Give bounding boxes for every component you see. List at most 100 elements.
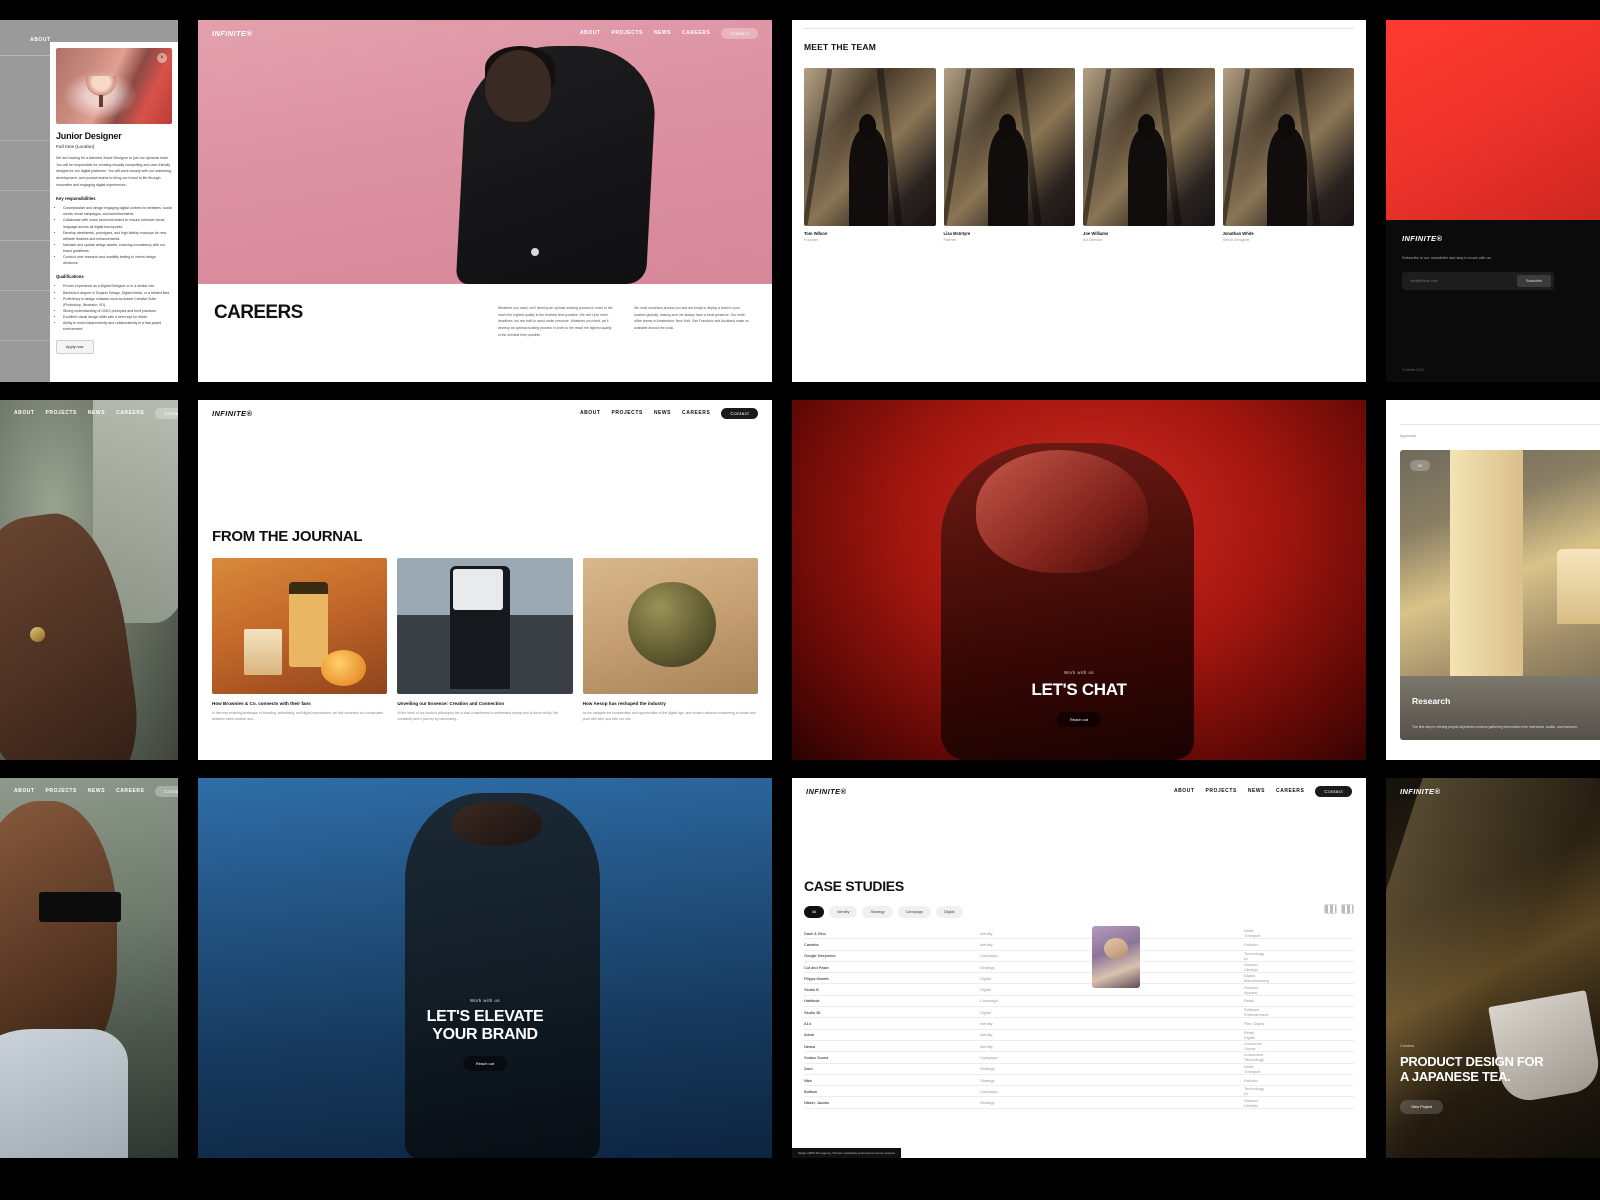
table-row[interactable]: Artval Identity Retail, Digital xyxy=(804,1030,1354,1041)
team-member[interactable]: Tom Wilson Founder xyxy=(804,68,936,242)
nav-link-careers[interactable]: CAREERS xyxy=(682,410,710,416)
nav-link-careers[interactable]: CAREERS xyxy=(682,30,710,36)
nav-link-about[interactable]: ABOUT xyxy=(14,410,35,416)
article-excerpt: In the ever-evolving landscape of brandi… xyxy=(212,711,383,722)
table-row[interactable]: Candela Identity Fashion xyxy=(804,939,1354,951)
card-title: Research xyxy=(1412,696,1451,706)
email-input[interactable] xyxy=(1405,278,1518,283)
service: Strategy xyxy=(980,1100,995,1106)
nav-link-projects[interactable]: PROJECTS xyxy=(46,410,77,416)
nav-link-about[interactable]: ABOUT xyxy=(580,30,601,36)
nav-link-projects[interactable]: PROJECTS xyxy=(611,410,642,416)
brand-logo[interactable]: INFINITE® xyxy=(212,29,252,38)
newsletter-text: Subscribe to our newsletter and stay in … xyxy=(1402,256,1492,260)
nav-link-news[interactable]: NEWS xyxy=(1248,788,1265,794)
member-name: Jonathan White xyxy=(1222,231,1254,236)
nav-link-careers[interactable]: CAREERS xyxy=(116,410,144,416)
contact-button[interactable]: Contact xyxy=(721,27,758,39)
contact-button[interactable]: Contact xyxy=(155,785,178,797)
brand-logo[interactable]: INFINITE® xyxy=(1402,234,1600,243)
filter-chip-strategy[interactable]: Strategy xyxy=(862,906,893,918)
table-row[interactable]: A14 Identity Film, Digital xyxy=(804,1018,1354,1030)
table-row[interactable]: Studio 36 Digital Software, Entertainment xyxy=(804,1007,1354,1019)
site-nav: INFINITE® ABOUT PROJECTS NEWS CAREERS Co… xyxy=(792,778,1366,804)
view-project-button[interactable]: View Project xyxy=(1400,1100,1444,1114)
nav-label-about[interactable]: ABOUT xyxy=(30,37,51,43)
journal-card[interactable]: Unveiling our Essence: Creation and Conn… xyxy=(397,558,573,722)
close-icon[interactable]: × xyxy=(157,53,167,63)
table-row[interactable]: Zach Strategy Hotel, Transport xyxy=(804,1064,1354,1075)
nav-link-about[interactable]: ABOUT xyxy=(1174,788,1195,794)
grid-view-icon[interactable] xyxy=(1324,904,1337,914)
nav-link-projects[interactable]: PROJECTS xyxy=(46,788,77,794)
sunglasses-shape xyxy=(39,892,122,923)
table-row[interactable]: Nikkei, Jacobs Strategy Fashion, Lifestyle xyxy=(804,1097,1354,1109)
nav-link-careers[interactable]: CAREERS xyxy=(1276,788,1304,794)
nav-link-about[interactable]: ABOUT xyxy=(14,788,35,794)
member-photo[interactable] xyxy=(944,248,1076,382)
table-row[interactable]: Nessa Identity Consumer Goods xyxy=(804,1041,1354,1053)
team-member[interactable]: Lisa McIntyre Partner xyxy=(943,68,1075,242)
client-name: Filippa Moretti xyxy=(804,975,829,981)
team-member[interactable]: Joe Williams Art Director xyxy=(1083,68,1215,242)
nav-link-projects[interactable]: PROJECTS xyxy=(1205,788,1236,794)
brand-logo[interactable]: INFINITE® xyxy=(212,409,252,418)
service: Strategy xyxy=(980,1077,995,1083)
service: Campaign xyxy=(980,1054,998,1060)
subscribe-button[interactable]: Subscribe xyxy=(1517,274,1551,287)
member-name: Joe Williams xyxy=(1083,231,1109,236)
table-row[interactable]: Bottium Campaign Technology, AI xyxy=(804,1086,1354,1098)
table-row[interactable]: Habitude Campaign Retail xyxy=(804,996,1354,1008)
research-card[interactable]: 01 Research The first step in refining p… xyxy=(1400,450,1600,740)
nav-links: ABOUT PROJECTS NEWS CAREERS Contact xyxy=(580,27,758,39)
table-row[interactable]: Nike Strategy Fashion xyxy=(804,1075,1354,1087)
cup-shape xyxy=(1487,990,1600,1105)
service: Strategy xyxy=(980,964,995,970)
filter-chip-campaign[interactable]: Campaign xyxy=(897,906,931,918)
journal-card[interactable]: How Brownies & Co. connects with their f… xyxy=(212,558,388,722)
table-row[interactable]: Solaso Sound Campaign Automotive, Technolo… xyxy=(804,1052,1354,1064)
table-row[interactable]: Google Deepmind Campaign Technology, AI xyxy=(804,951,1354,962)
service: Digital xyxy=(980,975,991,981)
team-grid-row-2 xyxy=(804,248,1354,382)
nav-link-projects[interactable]: PROJECTS xyxy=(611,30,642,36)
contact-button[interactable]: Contact xyxy=(155,407,178,419)
nav-link-news[interactable]: NEWS xyxy=(88,410,105,416)
nav-link-news[interactable]: NEWS xyxy=(88,788,105,794)
brand-logo[interactable]: INFINITE® xyxy=(1400,787,1440,796)
list-item: Develop wireframes, prototypes, and high… xyxy=(63,230,172,242)
article-image xyxy=(397,558,573,694)
table-row[interactable]: Studio B Digital Fashion, Apparel xyxy=(804,984,1354,996)
sector: Fashion xyxy=(1244,1077,1258,1083)
member-photo[interactable] xyxy=(804,248,936,382)
list-view-icon[interactable] xyxy=(1341,904,1354,914)
nav-links: ABOUT PROJECTS NEWS CAREERS Contact xyxy=(14,785,178,797)
filter-chip-all[interactable]: All xyxy=(804,906,825,918)
team-member[interactable]: Jonathan White Senior Designer xyxy=(1222,68,1354,242)
contact-button[interactable]: Contact xyxy=(1315,785,1352,797)
nav-link-about[interactable]: ABOUT xyxy=(580,410,601,416)
nav-link-careers[interactable]: CAREERS xyxy=(116,788,144,794)
nav-link-news[interactable]: NEWS xyxy=(654,30,671,36)
service: Campaign xyxy=(980,1088,998,1094)
brand-logo[interactable]: INFINITE® xyxy=(806,787,846,796)
table-row[interactable]: Dash & Dino Identity Hotel, Transport xyxy=(804,928,1354,940)
contact-button[interactable]: Contact xyxy=(721,407,758,419)
member-role: Art Director xyxy=(1083,238,1103,242)
member-photo[interactable] xyxy=(1223,248,1355,382)
table-row[interactable]: Filippa Moretti Digital Digital, Manufactu… xyxy=(804,973,1354,985)
member-photo[interactable] xyxy=(1083,248,1215,382)
journal-card[interactable]: How Aesop has reshaped the industry As w… xyxy=(582,558,758,722)
panel-team: MEET THE TEAM Tom Wilson Founder Lisa Mc… xyxy=(792,20,1366,382)
reach-out-button[interactable]: Reach out xyxy=(1056,712,1102,727)
eyebrow-label: Work with us xyxy=(1064,670,1094,675)
lampshade-shape xyxy=(1556,548,1600,624)
nav-link-news[interactable]: NEWS xyxy=(654,410,671,416)
filter-chip-digital[interactable]: Digital xyxy=(935,906,963,918)
table-row[interactable]: Cut and Paste Strategy Fashion, Lifestyle xyxy=(804,962,1354,974)
member-photo xyxy=(804,68,936,226)
filter-chip-identity[interactable]: Identity xyxy=(829,906,858,918)
apply-now-button[interactable]: Apply now xyxy=(56,340,94,355)
hover-preview-thumbnail xyxy=(1092,926,1140,988)
reach-out-button[interactable]: Reach out xyxy=(462,1056,508,1071)
